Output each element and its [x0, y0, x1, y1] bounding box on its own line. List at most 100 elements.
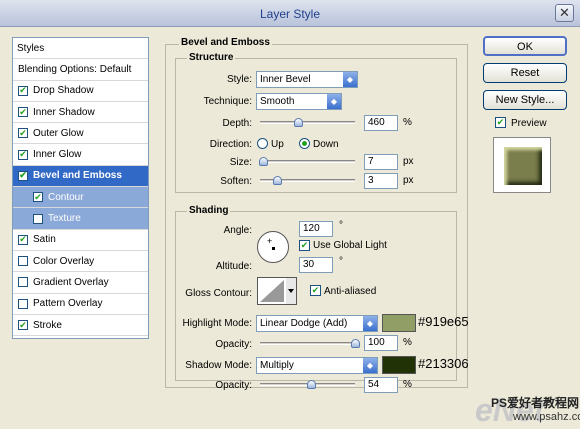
style-item-checkbox[interactable]: ✔ [18, 234, 28, 245]
angle-field[interactable]: 120 [299, 221, 333, 237]
soften-field[interactable]: 3 [364, 173, 398, 189]
close-icon[interactable]: ✕ [555, 4, 574, 22]
style-item-satin[interactable]: ✔ Satin [13, 230, 148, 251]
shadow-opacity-label: Opacity: [215, 380, 252, 391]
angle-dial[interactable]: + [257, 231, 289, 263]
shadow-color-swatch[interactable] [382, 356, 416, 374]
style-item-label: Pattern Overlay [33, 298, 103, 310]
style-item-label: Outer Glow [33, 127, 84, 139]
highlight-mode-value: Linear Dodge (Add) [260, 318, 348, 329]
styles-header[interactable]: Styles [13, 38, 148, 60]
direction-up-label[interactable]: Up [271, 139, 284, 150]
altitude-field[interactable]: 30 [299, 257, 333, 273]
slider-track [260, 160, 355, 163]
highlight-opacity-unit: % [403, 337, 412, 348]
style-item-checkbox[interactable]: ✔ [18, 320, 28, 330]
style-item-label: Bevel and Emboss [33, 170, 122, 182]
shadow-opacity-unit: % [403, 379, 412, 390]
new-style-button[interactable]: New Style... [483, 90, 567, 110]
linear-contour-icon [260, 278, 296, 304]
style-item-drop-shadow[interactable]: ✔ Drop Shadow [13, 81, 148, 102]
styles-list: Styles Blending Options: Default ✔ Drop Sh… [12, 37, 149, 339]
soften-label: Soften: [220, 176, 252, 187]
highlight-opacity-thumb[interactable] [351, 339, 360, 348]
style-item-color-overlay[interactable]: Color Overlay [13, 251, 148, 273]
technique-select[interactable]: Smooth ◆ [256, 93, 342, 110]
direction-down-radio[interactable] [299, 138, 310, 149]
reset-button[interactable]: Reset [483, 63, 567, 83]
highlight-color-swatch[interactable] [382, 314, 416, 332]
global-light-label[interactable]: Use Global Light [313, 240, 387, 251]
size-field[interactable]: 7 [364, 154, 398, 170]
direction-up-radio[interactable] [257, 138, 268, 149]
style-select[interactable]: Inner Bevel ◆ [256, 71, 358, 88]
style-item-checkbox[interactable]: ✔ [18, 107, 28, 118]
slider-track [260, 342, 355, 345]
style-item-checkbox[interactable] [18, 277, 28, 288]
style-item-outer-glow[interactable]: ✔ Outer Glow [13, 123, 148, 145]
style-item-label: Satin [33, 234, 56, 246]
depth-field[interactable]: 460 [364, 115, 398, 131]
size-slider-thumb[interactable] [258, 157, 268, 166]
depth-unit: % [403, 117, 412, 128]
style-item-label: Inner Glow [33, 149, 82, 161]
style-item-stroke[interactable]: ✔ Stroke [13, 315, 148, 337]
anti-aliased-checkbox[interactable]: ✔ [310, 285, 321, 296]
style-select-value: Inner Bevel [260, 74, 311, 85]
style-item-label: Inner Shadow [33, 106, 95, 118]
style-item-label: Gradient Overlay [33, 276, 109, 288]
style-item-checkbox[interactable]: ✔ [18, 128, 28, 139]
style-item-inner-shadow[interactable]: ✔ Inner Shadow [13, 102, 148, 124]
highlight-mode-label: Highlight Mode: [182, 318, 252, 329]
style-item-label: Drop Shadow [33, 85, 94, 97]
depth-slider-thumb[interactable] [294, 118, 303, 127]
style-item-checkbox[interactable]: ✔ [33, 192, 43, 203]
shadow-opacity-slider[interactable] [260, 380, 355, 389]
style-item-pattern-overlay[interactable]: Pattern Overlay [13, 294, 148, 315]
soften-slider-thumb[interactable] [273, 176, 283, 185]
shadow-mode-select[interactable]: Multiply ◆ [256, 357, 378, 374]
style-item-gradient-overlay[interactable]: Gradient Overlay [13, 272, 148, 294]
highlight-mode-select[interactable]: Linear Dodge (Add) ◆ [256, 315, 378, 332]
style-item-checkbox[interactable] [18, 256, 28, 267]
highlight-opacity-slider[interactable] [260, 339, 360, 348]
style-preview [493, 137, 551, 193]
altitude-label: Altitude: [215, 261, 252, 272]
style-item-bevel-and-emboss[interactable]: ✔ Bevel and Emboss [13, 165, 148, 188]
style-item-inner-glow[interactable]: ✔ Inner Glow [13, 144, 148, 166]
style-item-checkbox[interactable]: ✔ [18, 85, 28, 96]
style-item-blending-options-default[interactable]: Blending Options: Default [13, 59, 148, 81]
ok-button[interactable]: OK [483, 36, 567, 56]
style-item-checkbox[interactable]: ✔ [18, 149, 28, 160]
technique-select-value: Smooth [260, 96, 295, 107]
style-item-checkbox[interactable] [18, 298, 28, 309]
size-slider[interactable] [258, 157, 355, 166]
global-light-checkbox[interactable]: ✔ [299, 240, 310, 251]
style-item-label: Stroke [33, 319, 62, 331]
depth-slider[interactable] [260, 118, 355, 127]
title-bar: Layer Style ✕ [0, 0, 580, 27]
gloss-contour-picker[interactable] [257, 277, 297, 305]
updown-arrow-icon: ◆ [363, 358, 377, 373]
direction-down-label[interactable]: Down [313, 139, 339, 150]
technique-label: Technique: [203, 96, 252, 107]
style-item-checkbox[interactable] [33, 213, 43, 224]
preview-label[interactable]: Preview [511, 118, 547, 129]
style-label: Style: [226, 74, 252, 85]
anti-aliased-label[interactable]: Anti-aliased [324, 286, 376, 297]
gloss-contour-label: Gloss Contour: [185, 288, 252, 299]
shadow-opacity-thumb[interactable] [307, 380, 317, 389]
angle-unit: ° [339, 220, 343, 231]
style-item-label: Color Overlay [33, 255, 95, 267]
style-item-contour[interactable]: ✔ Contour [13, 187, 148, 209]
soften-unit: px [403, 175, 414, 186]
highlight-opacity-field[interactable]: 100 [364, 335, 398, 351]
shadow-opacity-field[interactable]: 54 [364, 377, 398, 393]
shadow-mode-label: Shadow Mode: [185, 360, 252, 371]
style-item-texture[interactable]: Texture [13, 208, 148, 230]
style-item-checkbox[interactable]: ✔ [18, 170, 28, 181]
preview-checkbox[interactable]: ✔ [495, 117, 506, 128]
updown-arrow-icon: ◆ [343, 72, 357, 87]
soften-slider[interactable] [260, 176, 355, 185]
direction-label: Direction: [209, 139, 252, 150]
